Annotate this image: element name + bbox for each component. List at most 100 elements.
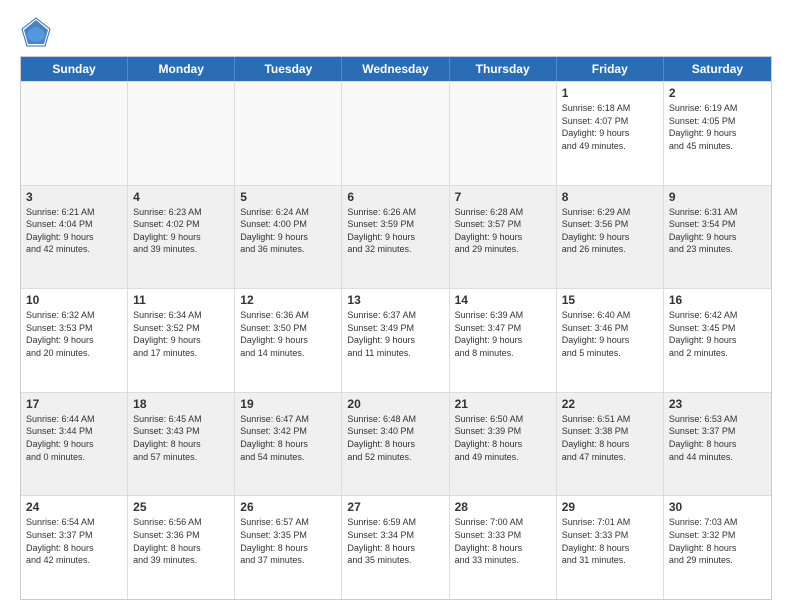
day-number: 28 bbox=[455, 500, 551, 514]
day-number: 6 bbox=[347, 190, 443, 204]
logo-icon bbox=[20, 16, 52, 48]
day-info: Sunrise: 6:54 AM Sunset: 3:37 PM Dayligh… bbox=[26, 516, 122, 566]
calendar-cell: 6 Sunrise: 6:26 AM Sunset: 3:59 PM Daylig… bbox=[342, 186, 449, 289]
day-info: Sunrise: 7:01 AM Sunset: 3:33 PM Dayligh… bbox=[562, 516, 658, 566]
calendar-row-0: 1 Sunrise: 6:18 AM Sunset: 4:07 PM Daylig… bbox=[21, 81, 771, 185]
day-number: 18 bbox=[133, 397, 229, 411]
calendar-cell: 24 Sunrise: 6:54 AM Sunset: 3:37 PM Dayli… bbox=[21, 496, 128, 599]
day-number: 7 bbox=[455, 190, 551, 204]
day-number: 4 bbox=[133, 190, 229, 204]
calendar-row-1: 3 Sunrise: 6:21 AM Sunset: 4:04 PM Daylig… bbox=[21, 185, 771, 289]
calendar-row-3: 17Sunrise: 6:44 AM Sunset: 3:44 PM Dayli… bbox=[21, 392, 771, 496]
day-number: 25 bbox=[133, 500, 229, 514]
day-info: Sunrise: 6:36 AM Sunset: 3:50 PM Dayligh… bbox=[240, 309, 336, 359]
day-number: 11 bbox=[133, 293, 229, 307]
calendar: SundayMondayTuesdayWednesdayThursdayFrid… bbox=[20, 56, 772, 600]
calendar-cell: 14 Sunrise: 6:39 AM Sunset: 3:47 PM Dayli… bbox=[450, 289, 557, 392]
day-number: 9 bbox=[669, 190, 766, 204]
day-number: 10 bbox=[26, 293, 122, 307]
header-day-friday: Friday bbox=[557, 57, 664, 81]
calendar-cell bbox=[21, 82, 128, 185]
day-info: Sunrise: 6:48 AM Sunset: 3:40 PM Dayligh… bbox=[347, 413, 443, 463]
header-day-sunday: Sunday bbox=[21, 57, 128, 81]
day-info: Sunrise: 6:56 AM Sunset: 3:36 PM Dayligh… bbox=[133, 516, 229, 566]
day-info: Sunrise: 6:53 AM Sunset: 3:37 PM Dayligh… bbox=[669, 413, 766, 463]
day-info: Sunrise: 6:19 AM Sunset: 4:05 PM Dayligh… bbox=[669, 102, 766, 152]
calendar-cell: 16 Sunrise: 6:42 AM Sunset: 3:45 PM Dayli… bbox=[664, 289, 771, 392]
day-number: 15 bbox=[562, 293, 658, 307]
day-number: 29 bbox=[562, 500, 658, 514]
day-info: Sunrise: 6:37 AM Sunset: 3:49 PM Dayligh… bbox=[347, 309, 443, 359]
calendar-cell: 26Sunrise: 6:57 AM Sunset: 3:35 PM Dayli… bbox=[235, 496, 342, 599]
day-info: Sunrise: 6:51 AM Sunset: 3:38 PM Dayligh… bbox=[562, 413, 658, 463]
day-info: Sunrise: 6:45 AM Sunset: 3:43 PM Dayligh… bbox=[133, 413, 229, 463]
day-info: Sunrise: 7:03 AM Sunset: 3:32 PM Dayligh… bbox=[669, 516, 766, 566]
calendar-cell: 3 Sunrise: 6:21 AM Sunset: 4:04 PM Daylig… bbox=[21, 186, 128, 289]
day-info: Sunrise: 6:18 AM Sunset: 4:07 PM Dayligh… bbox=[562, 102, 658, 152]
day-info: Sunrise: 6:24 AM Sunset: 4:00 PM Dayligh… bbox=[240, 206, 336, 256]
header-day-thursday: Thursday bbox=[450, 57, 557, 81]
header bbox=[20, 16, 772, 48]
day-info: Sunrise: 6:39 AM Sunset: 3:47 PM Dayligh… bbox=[455, 309, 551, 359]
logo bbox=[20, 16, 58, 48]
day-number: 12 bbox=[240, 293, 336, 307]
calendar-cell: 22 Sunrise: 6:51 AM Sunset: 3:38 PM Dayli… bbox=[557, 393, 664, 496]
calendar-row-2: 10 Sunrise: 6:32 AM Sunset: 3:53 PM Dayli… bbox=[21, 288, 771, 392]
calendar-cell: 28 Sunrise: 7:00 AM Sunset: 3:33 PM Dayli… bbox=[450, 496, 557, 599]
day-info: Sunrise: 6:32 AM Sunset: 3:53 PM Dayligh… bbox=[26, 309, 122, 359]
day-number: 21 bbox=[455, 397, 551, 411]
day-info: Sunrise: 6:47 AM Sunset: 3:42 PM Dayligh… bbox=[240, 413, 336, 463]
calendar-cell: 29 Sunrise: 7:01 AM Sunset: 3:33 PM Dayli… bbox=[557, 496, 664, 599]
calendar-cell: 9 Sunrise: 6:31 AM Sunset: 3:54 PM Daylig… bbox=[664, 186, 771, 289]
calendar-body: 1 Sunrise: 6:18 AM Sunset: 4:07 PM Daylig… bbox=[21, 81, 771, 599]
calendar-cell: 27Sunrise: 6:59 AM Sunset: 3:34 PM Dayli… bbox=[342, 496, 449, 599]
calendar-cell: 20 Sunrise: 6:48 AM Sunset: 3:40 PM Dayli… bbox=[342, 393, 449, 496]
header-day-wednesday: Wednesday bbox=[342, 57, 449, 81]
day-info: Sunrise: 6:21 AM Sunset: 4:04 PM Dayligh… bbox=[26, 206, 122, 256]
day-info: Sunrise: 6:26 AM Sunset: 3:59 PM Dayligh… bbox=[347, 206, 443, 256]
day-number: 16 bbox=[669, 293, 766, 307]
calendar-header: SundayMondayTuesdayWednesdayThursdayFrid… bbox=[21, 57, 771, 81]
day-number: 23 bbox=[669, 397, 766, 411]
header-day-tuesday: Tuesday bbox=[235, 57, 342, 81]
day-info: Sunrise: 6:23 AM Sunset: 4:02 PM Dayligh… bbox=[133, 206, 229, 256]
calendar-cell: 4 Sunrise: 6:23 AM Sunset: 4:02 PM Daylig… bbox=[128, 186, 235, 289]
day-info: Sunrise: 6:42 AM Sunset: 3:45 PM Dayligh… bbox=[669, 309, 766, 359]
day-number: 13 bbox=[347, 293, 443, 307]
calendar-cell: 11 Sunrise: 6:34 AM Sunset: 3:52 PM Dayli… bbox=[128, 289, 235, 392]
day-info: Sunrise: 7:00 AM Sunset: 3:33 PM Dayligh… bbox=[455, 516, 551, 566]
day-info: Sunrise: 6:59 AM Sunset: 3:34 PM Dayligh… bbox=[347, 516, 443, 566]
calendar-cell bbox=[450, 82, 557, 185]
calendar-cell: 15Sunrise: 6:40 AM Sunset: 3:46 PM Dayli… bbox=[557, 289, 664, 392]
day-number: 30 bbox=[669, 500, 766, 514]
calendar-cell: 1 Sunrise: 6:18 AM Sunset: 4:07 PM Daylig… bbox=[557, 82, 664, 185]
calendar-cell bbox=[128, 82, 235, 185]
calendar-cell: 19 Sunrise: 6:47 AM Sunset: 3:42 PM Dayli… bbox=[235, 393, 342, 496]
day-number: 22 bbox=[562, 397, 658, 411]
day-number: 1 bbox=[562, 86, 658, 100]
day-info: Sunrise: 6:31 AM Sunset: 3:54 PM Dayligh… bbox=[669, 206, 766, 256]
calendar-cell: 5 Sunrise: 6:24 AM Sunset: 4:00 PM Daylig… bbox=[235, 186, 342, 289]
day-info: Sunrise: 6:34 AM Sunset: 3:52 PM Dayligh… bbox=[133, 309, 229, 359]
day-info: Sunrise: 6:28 AM Sunset: 3:57 PM Dayligh… bbox=[455, 206, 551, 256]
day-number: 20 bbox=[347, 397, 443, 411]
header-day-saturday: Saturday bbox=[664, 57, 771, 81]
calendar-cell bbox=[235, 82, 342, 185]
day-number: 3 bbox=[26, 190, 122, 204]
calendar-cell: 23 Sunrise: 6:53 AM Sunset: 3:37 PM Dayli… bbox=[664, 393, 771, 496]
day-info: Sunrise: 6:50 AM Sunset: 3:39 PM Dayligh… bbox=[455, 413, 551, 463]
calendar-cell: 25 Sunrise: 6:56 AM Sunset: 3:36 PM Dayli… bbox=[128, 496, 235, 599]
calendar-cell: 30 Sunrise: 7:03 AM Sunset: 3:32 PM Dayli… bbox=[664, 496, 771, 599]
page: SundayMondayTuesdayWednesdayThursdayFrid… bbox=[0, 0, 792, 612]
day-number: 24 bbox=[26, 500, 122, 514]
calendar-cell: 17Sunrise: 6:44 AM Sunset: 3:44 PM Dayli… bbox=[21, 393, 128, 496]
header-day-monday: Monday bbox=[128, 57, 235, 81]
calendar-cell: 18 Sunrise: 6:45 AM Sunset: 3:43 PM Dayli… bbox=[128, 393, 235, 496]
day-number: 5 bbox=[240, 190, 336, 204]
day-number: 8 bbox=[562, 190, 658, 204]
calendar-cell: 12 Sunrise: 6:36 AM Sunset: 3:50 PM Dayli… bbox=[235, 289, 342, 392]
calendar-cell: 13 Sunrise: 6:37 AM Sunset: 3:49 PM Dayli… bbox=[342, 289, 449, 392]
day-number: 19 bbox=[240, 397, 336, 411]
day-number: 14 bbox=[455, 293, 551, 307]
calendar-cell bbox=[342, 82, 449, 185]
